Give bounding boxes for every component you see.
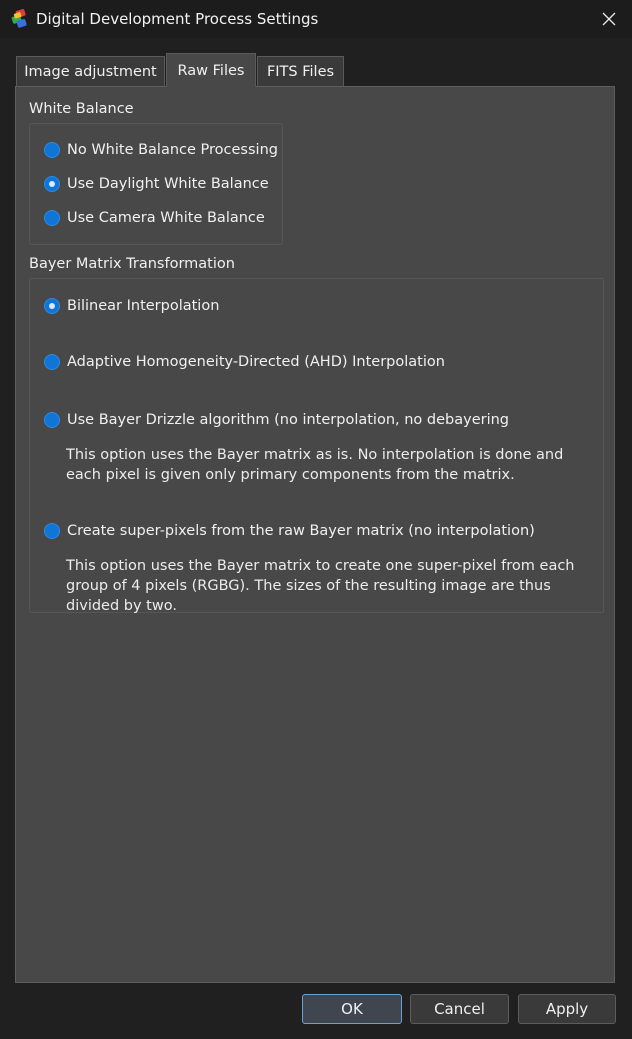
radio-button-icon (44, 142, 60, 158)
raw-files-panel: White Balance No White Balance Processin… (15, 86, 615, 983)
super-pixels-description: This option uses the Bayer matrix to cre… (66, 558, 575, 614)
radio-label: Use Bayer Drizzle algorithm (no interpol… (67, 412, 509, 428)
radio-button-icon (44, 298, 60, 314)
radio-button-icon (44, 523, 60, 539)
ok-button[interactable]: OK (302, 994, 402, 1024)
title-bar: Digital Development Process Settings (0, 0, 632, 38)
settings-dialog: Digital Development Process Settings Ima… (0, 0, 632, 1039)
radio-label: Use Camera White Balance (67, 210, 265, 226)
cancel-button[interactable]: Cancel (410, 994, 509, 1024)
apply-button[interactable]: Apply (518, 994, 616, 1024)
bayer-drizzle-description: This option uses the Bayer matrix as is.… (66, 447, 564, 483)
app-logo-icon (11, 9, 27, 28)
radio-button-icon (44, 210, 60, 226)
radio-ahd-interpolation[interactable]: Adaptive Homogeneity-Directed (AHD) Inte… (44, 354, 445, 370)
radio-camera-white-balance[interactable]: Use Camera White Balance (44, 210, 265, 226)
close-button[interactable] (586, 0, 632, 38)
tab-fits-files[interactable]: FITS Files (257, 56, 344, 86)
radio-daylight-white-balance[interactable]: Use Daylight White Balance (44, 176, 269, 192)
radio-label: Create super-pixels from the raw Bayer m… (67, 523, 535, 539)
radio-label: Adaptive Homogeneity-Directed (AHD) Inte… (67, 354, 445, 370)
radio-button-icon (44, 412, 60, 428)
radio-label: Use Daylight White Balance (67, 176, 269, 192)
radio-no-white-balance[interactable]: No White Balance Processing (44, 142, 278, 158)
radio-label: No White Balance Processing (67, 142, 278, 158)
radio-label: Bilinear Interpolation (67, 298, 220, 314)
close-icon (602, 12, 616, 26)
tab-raw-files[interactable]: Raw Files (166, 53, 256, 87)
white-balance-label: White Balance (29, 101, 134, 117)
radio-bayer-drizzle[interactable]: Use Bayer Drizzle algorithm (no interpol… (44, 412, 509, 428)
radio-super-pixels[interactable]: Create super-pixels from the raw Bayer m… (44, 523, 535, 539)
window-title: Digital Development Process Settings (36, 10, 319, 28)
bayer-matrix-label: Bayer Matrix Transformation (29, 256, 235, 272)
bayer-matrix-group: Bilinear Interpolation Adaptive Homogene… (29, 278, 604, 614)
tab-image-adjustment[interactable]: Image adjustment (16, 56, 165, 86)
radio-bilinear-interpolation[interactable]: Bilinear Interpolation (44, 298, 219, 314)
radio-button-icon (44, 176, 60, 192)
white-balance-group: No White Balance Processing Use Daylight… (29, 123, 283, 245)
radio-button-icon (44, 354, 60, 370)
